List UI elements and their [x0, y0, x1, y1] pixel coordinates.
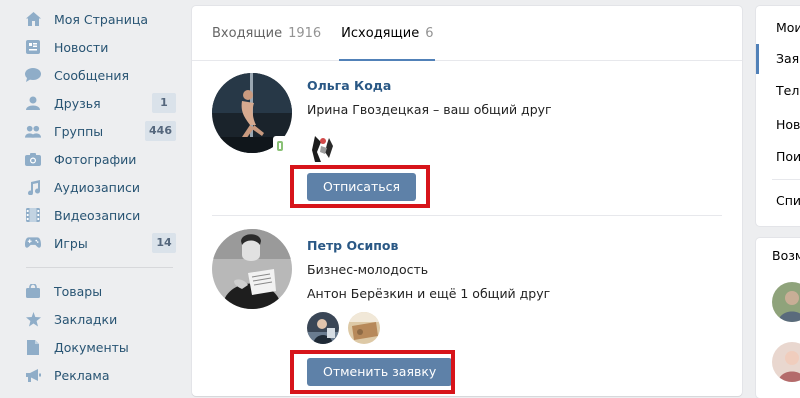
nav-item-games[interactable]: Игры 14 [0, 229, 185, 257]
nav-divider [26, 267, 173, 268]
nav-item-label: Сообщения [54, 67, 130, 83]
nav-item-label: Группы [54, 123, 104, 139]
right-menu-divider [772, 179, 800, 180]
friends-icon [25, 95, 41, 111]
nav-item-label: Документы [54, 339, 129, 355]
tabs-bar: Входящие 1916 Исходящие 6 [192, 6, 742, 61]
highlight-box [290, 165, 430, 208]
home-icon [25, 11, 41, 27]
nav-item-label: Фотографии [54, 151, 137, 167]
nav-item-photos[interactable]: Фотографии [0, 145, 185, 173]
nav-item-documents[interactable]: Документы [0, 333, 185, 361]
right-menu-item-active[interactable]: Зая [776, 51, 799, 66]
groups-count-badge: 446 [145, 121, 176, 141]
tab-label: Исходящие [341, 25, 420, 41]
avatar[interactable] [212, 229, 292, 309]
mutual-friend-text: Ирина Гвоздецкая – ваш общий друг [307, 102, 552, 117]
nav-item-label: Друзья [54, 95, 101, 111]
nav-item-label: Товары [54, 283, 103, 299]
nav-item-video[interactable]: Видеозаписи [0, 201, 185, 229]
right-menu-item[interactable]: Нов [776, 117, 800, 132]
games-count-badge: 14 [152, 233, 176, 253]
film-icon [25, 207, 41, 223]
megaphone-icon [25, 367, 41, 383]
nav-item-friends[interactable]: Друзья 1 [0, 89, 185, 117]
tab-count: 6 [425, 25, 434, 41]
right-menu-item[interactable]: Спи [776, 193, 800, 208]
right-menu-item[interactable]: Пои [776, 149, 800, 164]
active-indicator [756, 44, 759, 74]
gamepad-icon [25, 235, 41, 251]
camera-icon [25, 151, 41, 167]
friend-requests-panel: Входящие 1916 Исходящие 6 Ольга Кода Ири… [192, 6, 742, 396]
nav-item-my-page[interactable]: Моя Страница [0, 5, 185, 33]
mutual-friends-text[interactable]: Антон Берёзкин и ещё 1 общий друг [307, 286, 550, 301]
online-mobile-indicator [273, 136, 287, 156]
music-note-icon [25, 179, 41, 195]
mutual-friend-avatar[interactable] [307, 312, 339, 344]
nav-item-label: Закладки [54, 311, 118, 327]
nav-item-bookmarks[interactable]: Закладки [0, 305, 185, 333]
tab-outgoing[interactable]: Исходящие 6 [339, 6, 436, 61]
request-subtitle: Бизнес-молодость [307, 262, 429, 277]
request-item: Ольга Кода Ирина Гвоздецкая – ваш общий … [192, 61, 742, 216]
suggested-friend-avatar[interactable] [772, 342, 800, 382]
tab-incoming[interactable]: Входящие 1916 [212, 6, 321, 60]
nav-item-label: Видеозаписи [54, 207, 141, 223]
request-name[interactable]: Ольга Кода [307, 78, 391, 93]
nav-item-groups[interactable]: Группы 446 [0, 117, 185, 145]
suggested-friend-avatar[interactable] [772, 282, 800, 322]
nav-item-label: Игры [54, 235, 88, 251]
nav-item-ads[interactable]: Реклама [0, 361, 185, 389]
nav-item-label: Моя Страница [54, 11, 148, 27]
right-menu-item[interactable]: Теле [776, 83, 800, 98]
possible-friends-title: Возм [772, 248, 800, 263]
highlight-box [290, 350, 455, 394]
document-icon [25, 339, 41, 355]
nav-item-audio[interactable]: Аудиозаписи [0, 173, 185, 201]
news-icon [25, 39, 41, 55]
nav-item-label: Аудиозаписи [54, 179, 140, 195]
tab-count: 1916 [288, 25, 322, 41]
nav-item-label: Реклама [54, 367, 110, 383]
nav-item-label: Новости [54, 39, 109, 55]
possible-friends-box: Возм [756, 238, 800, 398]
groups-icon [25, 123, 41, 139]
nav-item-goods[interactable]: Товары [0, 277, 185, 305]
nav-item-messages[interactable]: Сообщения [0, 61, 185, 89]
left-sidebar: Моя Страница Новости Сообщения Друзья 1 … [0, 0, 185, 389]
mutual-friend-avatar[interactable] [348, 312, 380, 344]
mutual-friend-avatar[interactable] [307, 132, 339, 164]
request-item: Петр Осипов Бизнес-молодость Антон Берёз… [192, 216, 742, 396]
friends-count-badge: 1 [152, 93, 176, 113]
star-icon [25, 311, 41, 327]
right-filter-menu: Мои Зая Теле Нов Пои Спи [756, 6, 800, 226]
right-menu-item[interactable]: Мои [776, 20, 800, 35]
messages-icon [25, 67, 41, 83]
nav-item-news[interactable]: Новости [0, 33, 185, 61]
request-name[interactable]: Петр Осипов [307, 238, 398, 253]
shopping-bag-icon [25, 283, 41, 299]
tab-label: Входящие [212, 25, 283, 41]
